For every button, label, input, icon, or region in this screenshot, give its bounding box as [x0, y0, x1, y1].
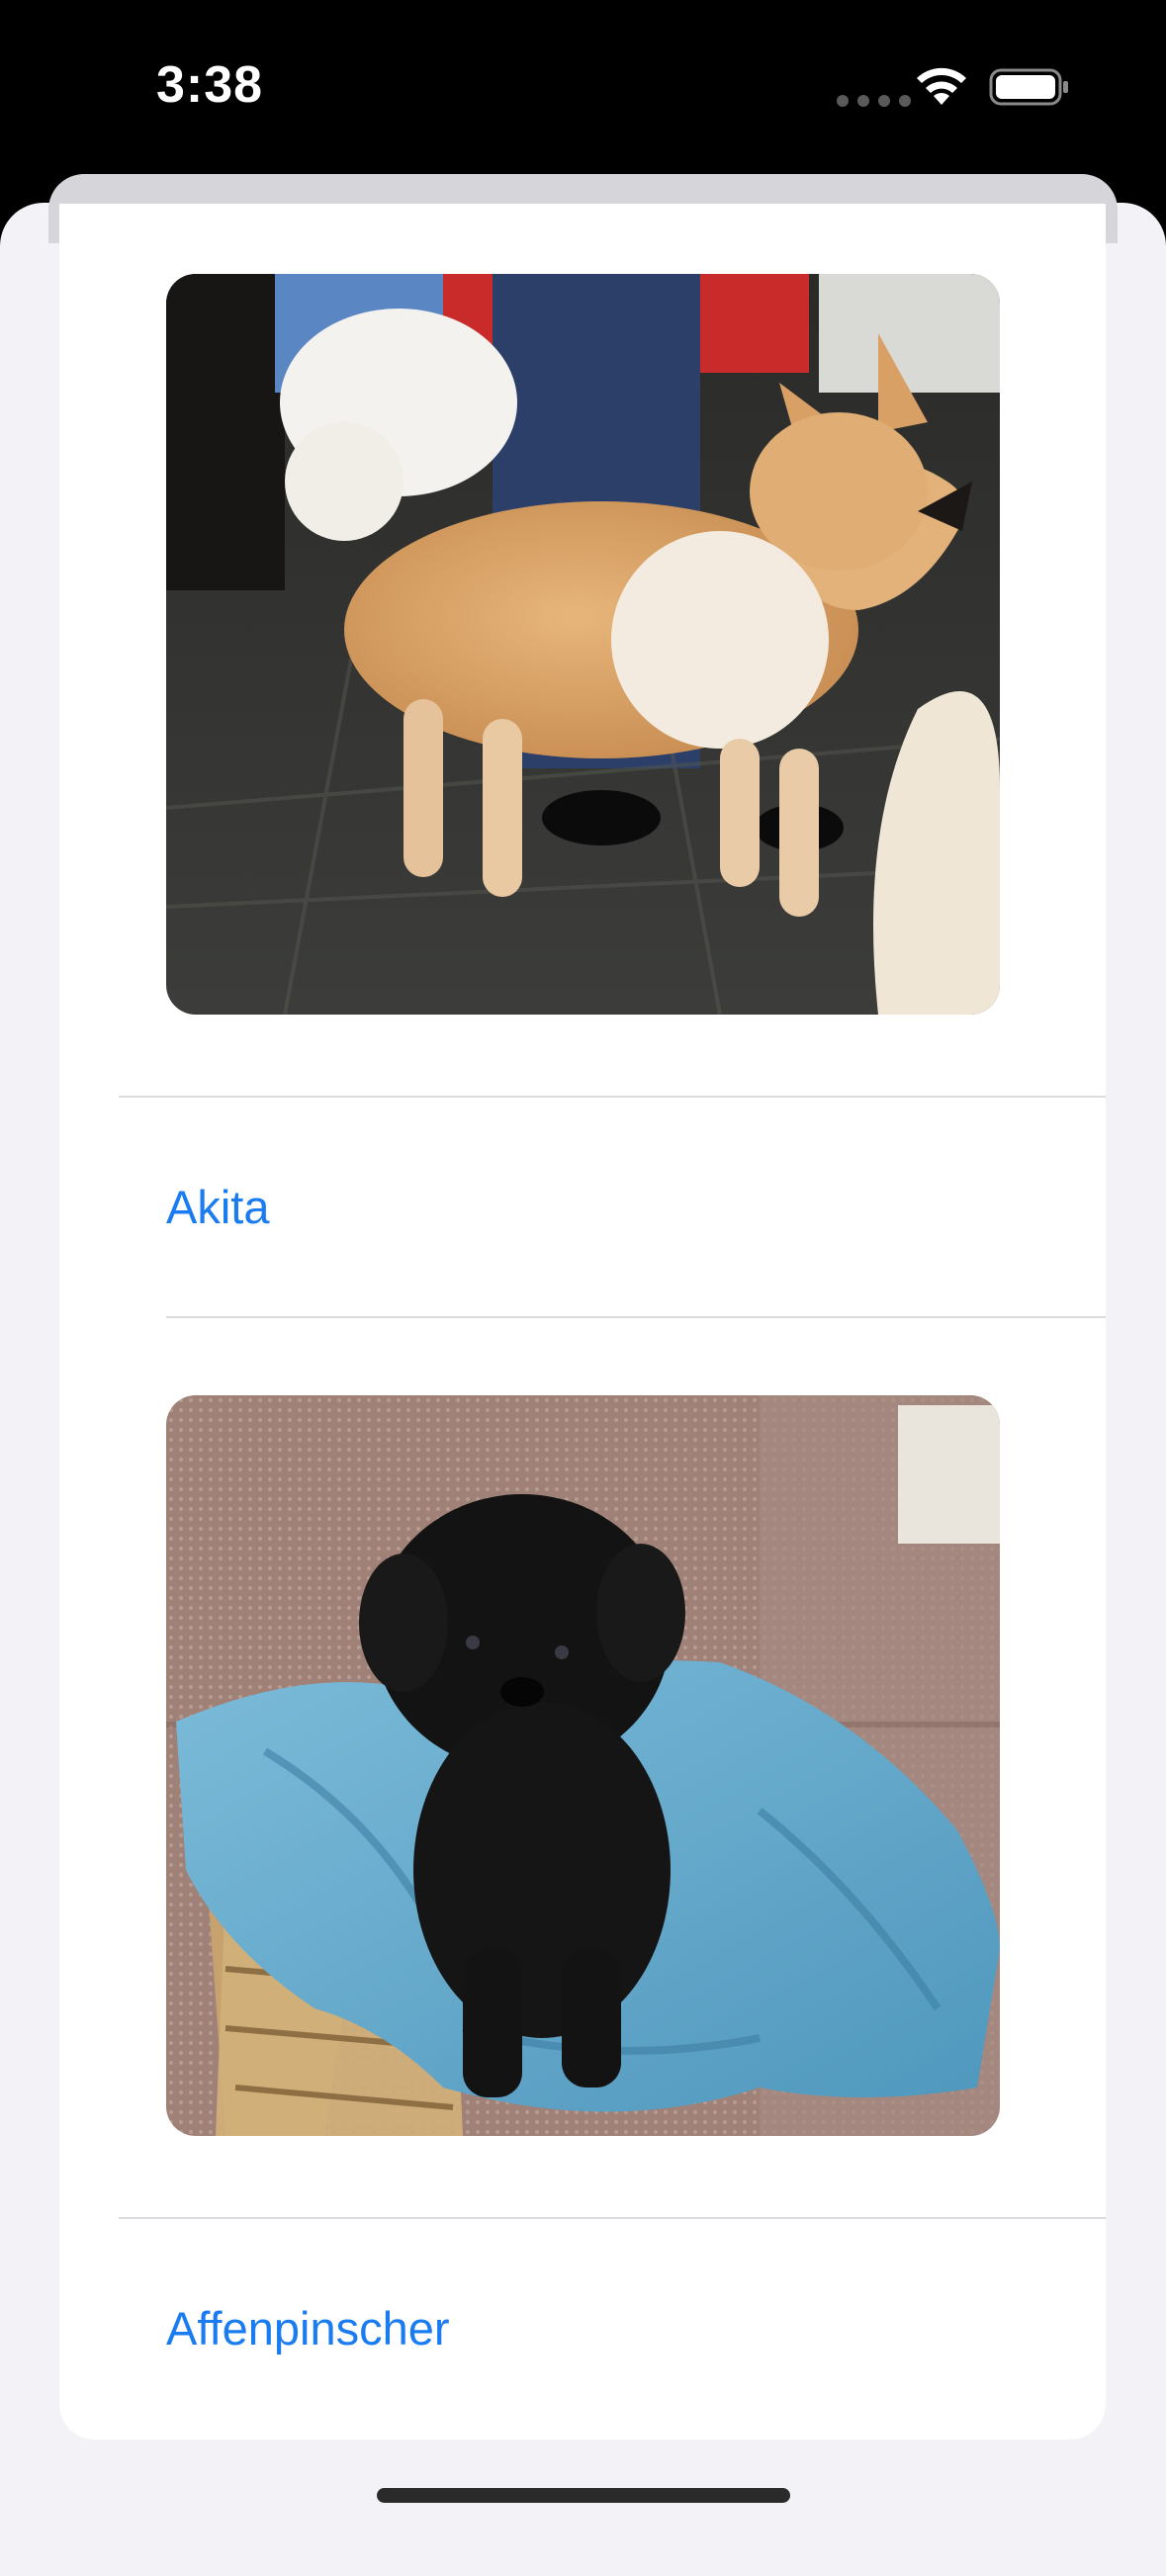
affenpinscher-dog-photo [166, 1395, 1000, 2136]
breed-link-akita[interactable]: Akita [166, 1180, 270, 1234]
breed-link-affenpinscher[interactable]: Affenpinscher [166, 2301, 450, 2355]
status-time: 3:38 [156, 56, 264, 114]
status-bar: 3:38 [0, 0, 1166, 168]
row-separator [166, 1316, 1106, 1318]
akita-dog-photo [166, 274, 1000, 1015]
wifi-icon [917, 67, 966, 105]
row-separator [119, 2217, 1106, 2219]
row-separator [119, 1096, 1106, 1098]
signal-dots-icon [837, 95, 911, 107]
home-indicator[interactable] [377, 2488, 790, 2503]
battery-icon [989, 68, 1068, 106]
breed-list-card[interactable]: Akita Affenpinscher [59, 204, 1106, 2440]
